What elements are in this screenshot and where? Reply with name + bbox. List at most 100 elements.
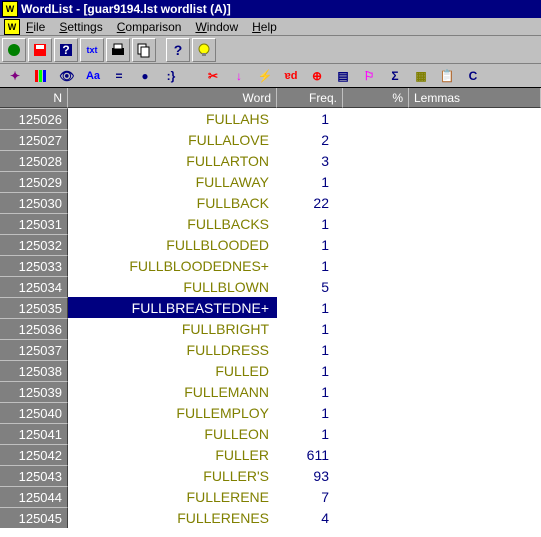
cell-pct <box>343 171 409 192</box>
cell-freq: 1 <box>277 171 343 192</box>
list-icon[interactable]: ▤ <box>332 66 354 86</box>
header-n[interactable]: N <box>0 88 68 108</box>
bulb-button[interactable] <box>192 38 216 62</box>
table-row[interactable]: 125029FULLAWAY1 <box>0 171 541 192</box>
print-button[interactable] <box>106 38 130 62</box>
cut-icon[interactable]: ✂ <box>202 66 224 86</box>
star-icon[interactable]: ✦ <box>4 66 26 86</box>
cell-lemmas <box>409 192 541 213</box>
table-row[interactable]: 125037FULLDRESS1 <box>0 339 541 360</box>
cell-pct <box>343 234 409 255</box>
header-freq[interactable]: Freq. <box>277 88 343 108</box>
clipboard-icon[interactable]: 📋 <box>436 66 458 86</box>
cell-freq: 1 <box>277 360 343 381</box>
aa-icon[interactable]: Aa <box>82 66 104 86</box>
cell-n: 125036 <box>0 318 68 339</box>
table-row[interactable]: 125033FULLBLOODEDNES+1 <box>0 255 541 276</box>
doc-icon: W <box>4 19 20 35</box>
table-row[interactable]: 125034FULLBLOWN5 <box>0 276 541 297</box>
flag-icon[interactable]: ⚐ <box>358 66 380 86</box>
table-row[interactable]: 125041FULLEON1 <box>0 423 541 444</box>
equals-icon[interactable]: = <box>108 66 130 86</box>
cell-freq: 2 <box>277 129 343 150</box>
header-lemmas[interactable]: Lemmas <box>409 88 541 108</box>
cell-lemmas <box>409 318 541 339</box>
txt-button[interactable]: txt <box>80 38 104 62</box>
cell-word: FULLER <box>68 444 277 465</box>
menu-comparison[interactable]: Comparison <box>117 20 182 34</box>
header-pct[interactable]: % <box>343 88 409 108</box>
table-row[interactable]: 125028FULLARTON3 <box>0 150 541 171</box>
toolbar-secondary: ✦ 👁 Aa = ● :} ✂ ↓ ⚡ ɐd ⊕ ▤ ⚐ Σ ▦ 📋 C <box>0 64 541 88</box>
column-headers: N Word Freq. % Lemmas <box>0 88 541 108</box>
cell-word: FULLBLOWN <box>68 276 277 297</box>
cell-freq: 22 <box>277 192 343 213</box>
menu-settings[interactable]: Settings <box>59 20 102 34</box>
question-button[interactable]: ? <box>166 38 190 62</box>
table-row[interactable]: 125035FULLBREASTEDNE+1 <box>0 297 541 318</box>
cell-word: FULLEON <box>68 423 277 444</box>
cell-word: FULLEMPLOY <box>68 402 277 423</box>
cell-n: 125042 <box>0 444 68 465</box>
cell-word: FULLERENE <box>68 486 277 507</box>
table-row[interactable]: 125032FULLBLOODED1 <box>0 234 541 255</box>
help-book-button[interactable]: ? <box>54 38 78 62</box>
cell-pct <box>343 213 409 234</box>
record-button[interactable] <box>2 38 26 62</box>
cell-word: FULLBLOODED <box>68 234 277 255</box>
cell-pct <box>343 339 409 360</box>
menu-window[interactable]: Window <box>195 20 238 34</box>
cell-n: 125038 <box>0 360 68 381</box>
cell-n: 125027 <box>0 129 68 150</box>
chart-icon[interactable]: ▦ <box>410 66 432 86</box>
bolt-icon[interactable]: ⚡ <box>254 66 276 86</box>
table-row[interactable]: 125042FULLER611 <box>0 444 541 465</box>
table-row[interactable]: 125026FULLAHS1 <box>0 108 541 129</box>
table-row[interactable]: 125027FULLALOVE2 <box>0 129 541 150</box>
cell-word: FULLER'S <box>68 465 277 486</box>
table-row[interactable]: 125040FULLEMPLOY1 <box>0 402 541 423</box>
dot-icon[interactable]: ● <box>134 66 156 86</box>
table-row[interactable]: 125043FULLER'S93 <box>0 465 541 486</box>
columns-icon[interactable] <box>30 66 52 86</box>
target-icon[interactable]: ⊕ <box>306 66 328 86</box>
table-row[interactable]: 125045FULLERENES4 <box>0 507 541 528</box>
cell-lemmas <box>409 213 541 234</box>
table-row[interactable]: 125039FULLEMANN1 <box>0 381 541 402</box>
cell-lemmas <box>409 129 541 150</box>
cell-freq: 5 <box>277 276 343 297</box>
cell-pct <box>343 381 409 402</box>
app-icon: W <box>2 1 18 17</box>
cell-n: 125045 <box>0 507 68 528</box>
cell-pct <box>343 150 409 171</box>
cell-lemmas <box>409 255 541 276</box>
cell-freq: 1 <box>277 255 343 276</box>
sigma-icon[interactable]: Σ <box>384 66 406 86</box>
table-row[interactable]: 125044FULLERENE7 <box>0 486 541 507</box>
cell-word: FULLBRIGHT <box>68 318 277 339</box>
brackets-icon[interactable]: :} <box>160 66 182 86</box>
cell-word: FULLAHS <box>68 108 277 129</box>
table-row[interactable]: 125038FULLED1 <box>0 360 541 381</box>
header-word[interactable]: Word <box>68 88 277 108</box>
table-row[interactable]: 125030FULLBACK22 <box>0 192 541 213</box>
menu-file[interactable]: File <box>26 20 45 34</box>
save-button[interactable] <box>28 38 52 62</box>
cell-lemmas <box>409 360 541 381</box>
eye-icon[interactable]: 👁 <box>56 66 78 86</box>
cell-freq: 93 <box>277 465 343 486</box>
strike-icon[interactable]: ɐd <box>280 66 302 86</box>
table-row[interactable]: 125036FULLBRIGHT1 <box>0 318 541 339</box>
arrow-down-icon[interactable]: ↓ <box>228 66 250 86</box>
cell-n: 125043 <box>0 465 68 486</box>
table-row[interactable]: 125031FULLBACKS1 <box>0 213 541 234</box>
cell-pct <box>343 486 409 507</box>
c-icon[interactable]: C <box>462 66 484 86</box>
cell-word: FULLBACKS <box>68 213 277 234</box>
copy-button[interactable] <box>132 38 156 62</box>
menu-help[interactable]: Help <box>252 20 277 34</box>
cell-pct <box>343 108 409 129</box>
cell-n: 125034 <box>0 276 68 297</box>
cell-lemmas <box>409 171 541 192</box>
cell-freq: 1 <box>277 297 343 318</box>
